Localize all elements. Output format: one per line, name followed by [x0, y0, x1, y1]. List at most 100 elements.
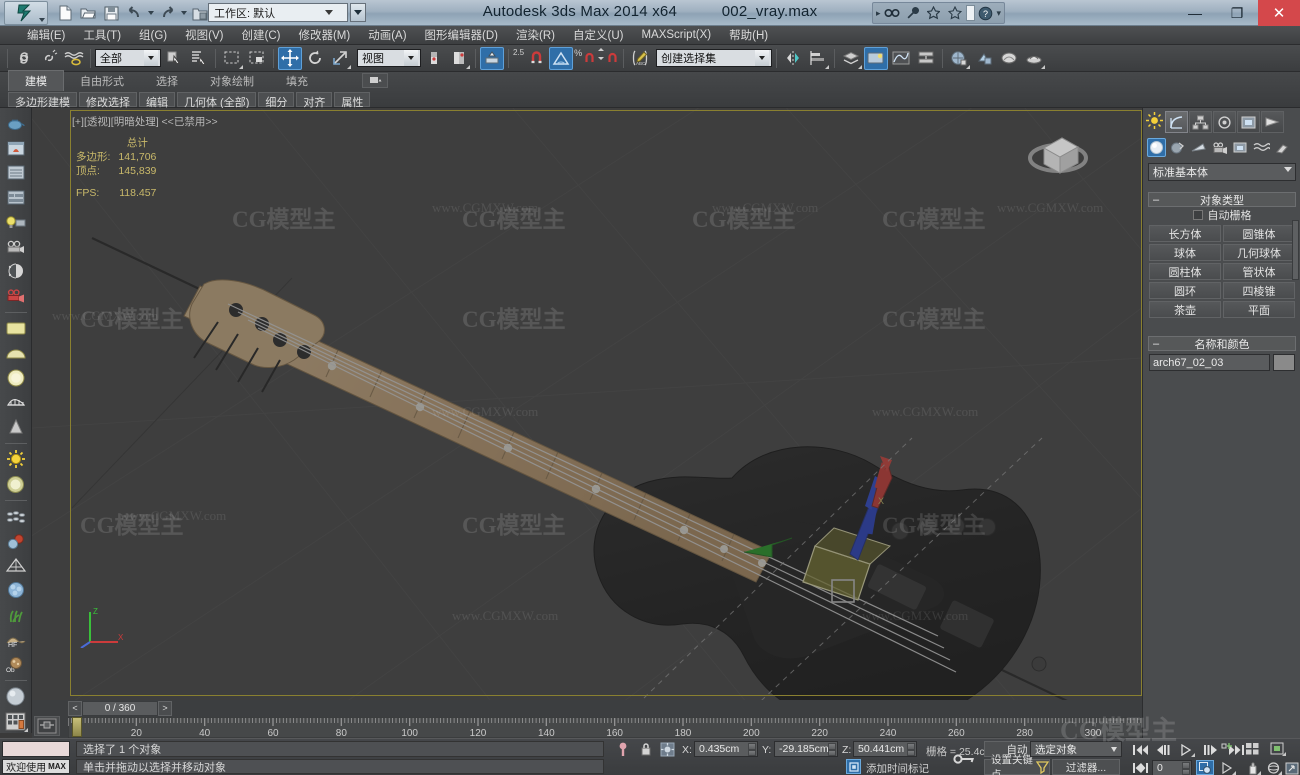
vray-mesh-icon[interactable]	[3, 391, 29, 415]
create-geosphere-button[interactable]: 几何球体	[1223, 244, 1295, 261]
save-file-icon[interactable]	[100, 3, 122, 24]
undo-icon[interactable]	[123, 3, 145, 24]
object-name-field[interactable]: arch67_02_03	[1149, 354, 1270, 371]
select-and-rotate-icon[interactable]	[303, 47, 327, 70]
ribbon-panel-geometry-all[interactable]: 几何体 (全部)	[177, 92, 257, 109]
percent-snap-toggle-icon[interactable]	[582, 47, 596, 70]
bind-to-space-warp-icon[interactable]	[62, 47, 86, 70]
create-tube-button[interactable]: 管状体	[1223, 263, 1295, 280]
undo-dropdown-icon[interactable]	[146, 3, 155, 24]
infocenter-search-box[interactable]	[965, 5, 975, 21]
create-tab[interactable]	[1165, 111, 1188, 133]
create-plane-button[interactable]: 平面	[1223, 301, 1295, 318]
standard-primitives-icon[interactable]	[3, 112, 29, 136]
auto-grid-row[interactable]: 自动栅格	[1148, 207, 1296, 223]
vray-cone-icon[interactable]	[3, 415, 29, 439]
maxscript-listener-prompt[interactable]: 欢迎使用 MAX	[2, 759, 70, 774]
render-frame-window-icon[interactable]	[3, 137, 29, 161]
ribbon-panel-modify-selection[interactable]: 修改选择	[79, 92, 137, 109]
select-and-scale-icon[interactable]	[328, 47, 352, 70]
next-frame-icon[interactable]	[1200, 742, 1220, 758]
key-filter-mode-combo[interactable]: 选定对象	[1030, 741, 1122, 757]
preview-sphere-icon[interactable]	[3, 685, 29, 709]
create-cone-button[interactable]: 圆锥体	[1223, 225, 1295, 242]
geometry-category-icon[interactable]	[1147, 138, 1166, 157]
selection-filter-combo[interactable]: 全部	[95, 49, 161, 67]
ribbon-tab-selection[interactable]: 选择	[140, 71, 194, 91]
height-field-icon[interactable]: HF	[3, 628, 29, 652]
space-warps-category-icon[interactable]	[1252, 138, 1271, 157]
select-object-icon[interactable]	[162, 47, 186, 70]
workspace-selector[interactable]: 工作区: 默认	[208, 3, 348, 22]
create-torus-button[interactable]: 圆环	[1149, 282, 1221, 299]
menu-item-tools[interactable]: 工具(T)	[74, 26, 130, 44]
previous-frame-icon[interactable]	[1153, 742, 1173, 758]
go-to-start-icon[interactable]	[1130, 742, 1150, 758]
spinner-frame-icon[interactable]	[1182, 762, 1190, 775]
window-crossing-icon[interactable]	[245, 47, 269, 70]
ribbon-tab-object-paint[interactable]: 对象绘制	[194, 71, 270, 91]
render-setup-panel-icon[interactable]	[3, 161, 29, 185]
workspace-dropdown-button[interactable]	[350, 3, 366, 22]
pan-view-icon[interactable]	[1243, 760, 1262, 775]
zoom-extents-icon[interactable]	[1268, 741, 1287, 757]
ribbon-panel-subdivision[interactable]: 细分	[258, 92, 295, 109]
open-mini-curve-editor-icon[interactable]	[34, 716, 60, 736]
ribbon-tab-freeform[interactable]: 自由形式	[64, 71, 140, 91]
render-production-icon[interactable]	[1022, 47, 1046, 70]
maximize-viewport-icon[interactable]	[1284, 760, 1300, 775]
key-mode-toggle-button[interactable]	[1130, 760, 1150, 775]
menu-item-animation[interactable]: 动画(A)	[359, 26, 415, 44]
cameras-category-icon[interactable]	[1210, 138, 1229, 157]
menu-item-help[interactable]: 帮助(H)	[720, 26, 777, 44]
open-file-icon[interactable]	[77, 3, 99, 24]
chevron-down-icon[interactable]	[1111, 747, 1117, 752]
current-frame-field[interactable]: 0	[1152, 760, 1192, 775]
key-filters-toggle-icon[interactable]	[1034, 759, 1051, 775]
search-icon[interactable]	[882, 4, 902, 22]
edit-named-selection-sets-icon[interactable]: ABC	[628, 47, 652, 70]
command-panel-scrollbar[interactable]	[1292, 220, 1299, 280]
create-cylinder-button[interactable]: 圆柱体	[1149, 263, 1221, 280]
chevron-down-icon[interactable]	[144, 50, 158, 66]
toggle-scene-explorer-icon[interactable]	[864, 46, 889, 70]
use-selection-center-icon[interactable]	[447, 47, 471, 70]
new-file-icon[interactable]	[54, 3, 76, 24]
material-editor-icon[interactable]	[947, 47, 971, 70]
ribbon-minimize-button[interactable]	[362, 73, 388, 88]
select-and-manipulate-icon[interactable]	[480, 46, 504, 70]
hierarchy-tab[interactable]	[1213, 111, 1236, 133]
spinner-y-icon[interactable]	[828, 743, 836, 756]
rollout-collapse-icon[interactable]: –	[1153, 194, 1159, 206]
multi-scatter-icon[interactable]	[3, 505, 29, 529]
ribbon-tab-populate[interactable]: 填充	[270, 71, 324, 91]
restore-button[interactable]: ❐	[1216, 0, 1258, 26]
lights-category-icon[interactable]	[1189, 138, 1208, 157]
menu-item-create[interactable]: 创建(C)	[232, 26, 289, 44]
material-library-icon[interactable]	[3, 710, 29, 734]
rendered-frame-window-icon[interactable]	[997, 47, 1021, 70]
layer-manager-icon[interactable]	[839, 47, 863, 70]
use-pivot-point-center-icon[interactable]	[422, 47, 446, 70]
snaps-toggle-icon[interactable]	[524, 47, 548, 70]
perspective-viewport[interactable]: X [+][透视][明暗处理] <<已禁用>> 总计 多边形: 141,706 …	[32, 108, 1142, 700]
curve-editor-icon[interactable]	[889, 47, 913, 70]
chevron-down-icon[interactable]	[755, 50, 770, 66]
daylight-system-icon[interactable]	[3, 260, 29, 284]
ribbon-tab-modeling[interactable]: 建模	[8, 70, 64, 91]
coord-x-field[interactable]: 0.435cm	[694, 741, 758, 757]
motion-tab[interactable]	[1237, 111, 1260, 133]
ribbon-panel-edit[interactable]: 编辑	[139, 92, 175, 109]
favorites-star-icon[interactable]	[945, 4, 965, 22]
time-configuration-icon[interactable]	[1196, 760, 1214, 775]
ground-cover-icon[interactable]	[3, 579, 29, 603]
display-tab[interactable]	[1261, 111, 1284, 133]
vray-sun-icon[interactable]	[3, 448, 29, 472]
name-color-header[interactable]: – 名称和颜色	[1148, 336, 1296, 351]
helpers-category-icon[interactable]	[1231, 138, 1250, 157]
schematic-view-icon[interactable]	[914, 47, 938, 70]
current-frame-indicator[interactable]: 0 / 360	[82, 700, 158, 716]
menu-item-views[interactable]: 视图(V)	[176, 26, 232, 44]
unlink-selection-icon[interactable]	[37, 47, 61, 70]
create-box-button[interactable]: 长方体	[1149, 225, 1221, 242]
